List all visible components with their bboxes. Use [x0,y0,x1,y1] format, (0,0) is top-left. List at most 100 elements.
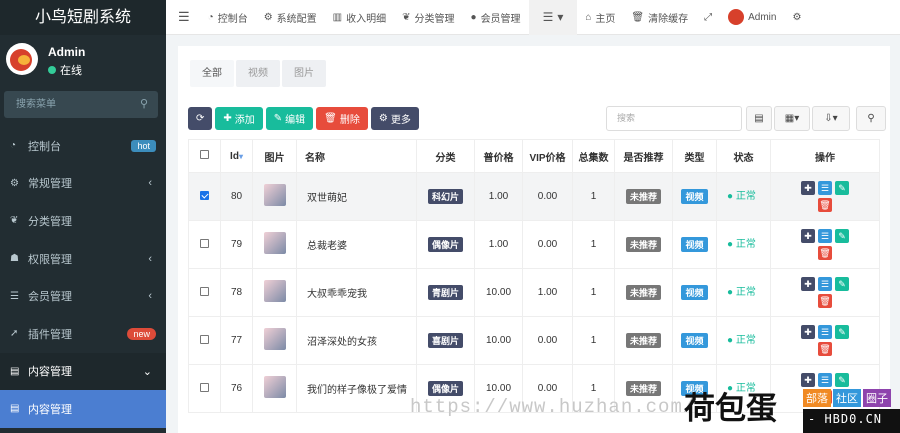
sidebar-item-label: 分类管理 [28,215,72,228]
edit-pencil-icon[interactable]: ✎ [835,325,849,339]
delete-trash-icon[interactable]: 🗑 [818,294,832,308]
sidebar-item-content[interactable]: ▤ 内容管理 ⌄ [0,352,166,391]
sidebar-item-members[interactable]: ☰ 会员管理 ‹ [0,277,166,315]
refresh-button[interactable]: ⟳ [188,107,213,130]
delete-trash-icon[interactable]: 🗑 [818,342,832,356]
select-all-header[interactable] [188,139,221,173]
app-logo[interactable]: 小鸟短剧系统 [0,0,166,35]
export-dropdown-icon[interactable]: ⇩▾ [812,106,850,131]
row-checkbox[interactable] [200,334,209,344]
delete-button[interactable]: 🗑 删除 [316,107,368,130]
drag-move-icon[interactable]: ✚ [801,277,815,291]
row-id: 78 [220,268,253,317]
home-link[interactable]: ⌂ 主页 [577,0,623,35]
edit-button[interactable]: ✎ 编辑 [265,107,314,130]
sidebar-item-auth[interactable]: ☗ 权限管理 ‹ [0,240,166,278]
detail-list-icon[interactable]: ☰ [818,373,832,387]
table-row[interactable]: 78 大叔乖乖宠我 青剧片 10.00 1.00 1 未推荐 视频 ● 正常 ✚… [188,268,880,317]
row-name: 总裁老婆 [296,220,417,269]
watermark-tag: 部落 [803,389,831,407]
user-status: 在线 [48,62,82,78]
row-recommend-cell: 未推荐 [614,172,673,221]
col-id[interactable]: Id▾ [220,139,253,173]
detail-list-icon[interactable]: ☰ [818,325,832,339]
cogs-icon: ⚙ [10,177,19,189]
table-search-input[interactable]: 搜索 [606,106,742,131]
edit-pencil-icon[interactable]: ✎ [835,181,849,195]
add-button[interactable]: ✚ 添加 [215,107,263,130]
more-button[interactable]: ⚙ 更多 [370,107,419,130]
thumbnail-image[interactable] [263,280,286,302]
detail-list-icon[interactable]: ☰ [818,229,832,243]
sort-desc-icon[interactable]: ▾ [239,152,243,161]
tab-image[interactable]: 图片 [282,60,326,87]
category-label: 偶像片 [427,381,463,396]
thumbnail-image[interactable] [263,184,286,206]
refresh-icon: ⟳ [196,113,205,124]
table-row[interactable]: 77 沼泽深处的女孩 喜剧片 10.00 0.00 1 未推荐 视频 ● 正常 … [188,316,880,365]
chevron-down-icon: ⌄ [142,365,152,378]
detail-list-icon[interactable]: ☰ [818,277,832,291]
sidebar: 小鸟短剧系统 Admin 在线 搜索菜单 ⚲ ◔ 控制台 hot ⚙ 常规管理 ‹ ❦ 分… [0,0,166,433]
select-all-checkbox[interactable] [200,150,209,159]
sidebar-item-general[interactable]: ⚙ 常规管理 ‹ [0,165,166,203]
tab-video[interactable]: 视频 [236,60,280,87]
table-body: 80 双世萌妃 科幻片 1.00 0.00 1 未推荐 视频 ● 正常 ✚ ☰ … [188,172,880,413]
drag-move-icon[interactable]: ✚ [801,325,815,339]
sidebar-item-category[interactable]: ❦ 分类管理 [0,202,166,240]
sidebar-item-dashboard[interactable]: ◔ 控制台 hot [0,127,166,165]
col-episodes: 总集数 [572,139,615,173]
columns-dropdown-icon[interactable]: ▦▾ [774,106,810,131]
clear-cache-button[interactable]: 🗑 清除缓存 [623,0,696,35]
drag-move-icon[interactable]: ✚ [801,229,815,243]
row-vip-price: 0.00 [522,220,573,269]
search-icon[interactable]: ⚲ [856,106,886,131]
thumbnail-image[interactable] [263,328,286,350]
row-checkbox[interactable] [200,190,209,200]
row-select-cell[interactable] [188,220,221,269]
delete-trash-icon[interactable]: 🗑 [818,246,832,260]
sidebar-search-input[interactable]: 搜索菜单 ⚲ [4,91,158,118]
table-row[interactable]: 79 总裁老婆 偶像片 1.00 0.00 1 未推荐 视频 ● 正常 ✚ ☰ … [188,220,880,269]
row-select-cell[interactable] [188,172,221,221]
drag-move-icon[interactable]: ✚ [801,373,815,387]
nav-income[interactable]: ▥ 收入明细 [325,0,394,35]
edit-pencil-icon[interactable]: ✎ [835,277,849,291]
nav-members[interactable]: ● 会员管理 [463,0,529,35]
category-label: 青剧片 [427,285,463,300]
row-actions: ✚ ☰ ✎ 🗑 [770,172,880,221]
toggle-view-icon[interactable]: ▤ [746,106,772,131]
status-badge: ● 正常 [716,268,771,317]
tab-all[interactable]: 全部 [190,60,234,87]
fullscreen-icon[interactable]: ⤢ [696,0,720,35]
row-checkbox[interactable] [200,382,209,392]
search-icon[interactable]: ⚲ [140,91,148,118]
row-select-cell[interactable] [188,364,221,413]
sidebar-item-label: 权限管理 [28,253,72,266]
delete-trash-icon[interactable]: 🗑 [818,198,832,212]
filter-tabs: 全部 视频 图片 [190,60,326,87]
sidebar-item-plugins[interactable]: ➚ 插件管理 new [0,315,166,353]
tabs-dropdown[interactable]: ☰ ▾ [528,0,578,35]
nav-label: 系统配置 [276,13,317,25]
thumbnail-image[interactable] [263,232,286,254]
detail-list-icon[interactable]: ☰ [818,181,832,195]
edit-pencil-icon[interactable]: ✎ [835,373,849,387]
row-select-cell[interactable] [188,268,221,317]
sidebar-item-label: 插件管理 [28,328,72,341]
nav-system-config[interactable]: ⚙ 系统配置 [256,0,325,35]
row-checkbox[interactable] [200,286,209,296]
row-select-cell[interactable] [188,316,221,365]
search-placeholder: 搜索菜单 [16,99,56,110]
edit-pencil-icon[interactable]: ✎ [835,229,849,243]
sidebar-subitem-content[interactable]: ▤ 内容管理 [0,390,166,428]
nav-dashboard[interactable]: ◔ 控制台 [200,0,256,35]
menu-toggle-icon[interactable]: ☰ [166,0,200,35]
thumbnail-image[interactable] [263,376,286,398]
settings-gear-icon[interactable]: ⚙ [784,0,809,35]
nav-category[interactable]: ❦ 分类管理 [394,0,462,35]
row-checkbox[interactable] [200,238,209,248]
drag-move-icon[interactable]: ✚ [801,181,815,195]
user-menu[interactable]: Admin [720,0,784,35]
table-row[interactable]: 80 双世萌妃 科幻片 1.00 0.00 1 未推荐 视频 ● 正常 ✚ ☰ … [188,172,880,221]
